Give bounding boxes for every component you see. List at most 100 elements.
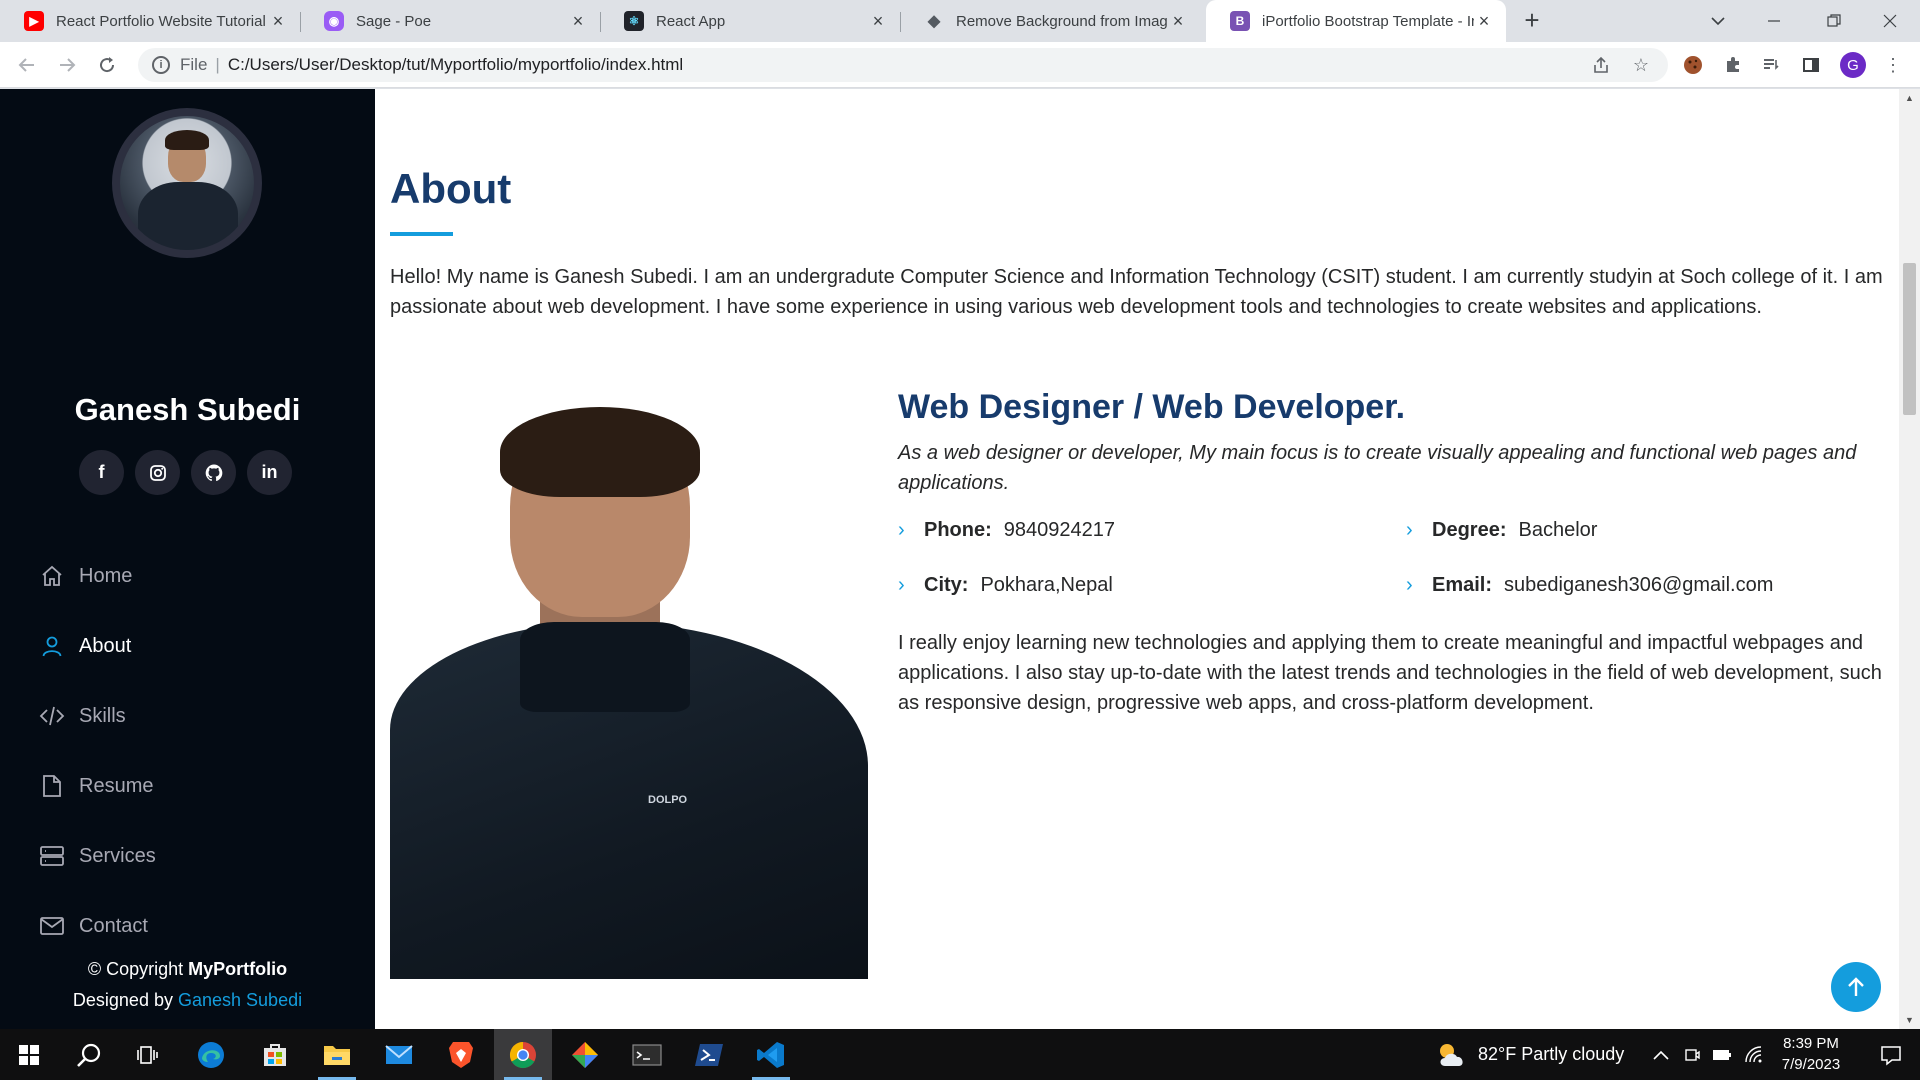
- about-body: I really enjoy learning new technologies…: [898, 632, 1882, 714]
- title-underline: [390, 232, 453, 236]
- close-tab-icon[interactable]: ×: [868, 11, 888, 32]
- cookie-extension-icon[interactable]: [1680, 52, 1706, 78]
- back-button[interactable]: [12, 50, 42, 80]
- sidebar-nav: Home About Skills Resume Services Contac…: [38, 541, 156, 961]
- copyright-footer: © Copyright MyPortfolio Designed by Gane…: [0, 954, 375, 1016]
- arrow-up-icon: [1848, 977, 1864, 996]
- close-tab-icon[interactable]: ×: [568, 11, 588, 32]
- reload-icon: [100, 57, 115, 73]
- nav-item-home[interactable]: Home: [38, 541, 156, 611]
- about-section: About Hello! My name is Ganesh Subedi. I…: [375, 89, 1899, 1029]
- browser-tab[interactable]: ⚛ React App ×: [600, 0, 900, 42]
- close-tab-icon[interactable]: ×: [1168, 11, 1188, 32]
- git-client-icon[interactable]: [556, 1029, 614, 1080]
- removebg-icon: ◆: [927, 13, 941, 30]
- address-bar[interactable]: i File | C:/Users/User/Desktop/tut/Mypor…: [138, 48, 1668, 82]
- brave-icon[interactable]: [432, 1029, 490, 1080]
- scrollbar-thumb[interactable]: [1903, 263, 1916, 415]
- close-tab-icon[interactable]: ×: [268, 11, 288, 32]
- browser-tab[interactable]: ◉ Sage - Poe ×: [300, 0, 600, 42]
- terminal-icon[interactable]: [618, 1029, 676, 1080]
- chrome-icon[interactable]: [494, 1029, 552, 1080]
- notifications-icon[interactable]: [1862, 1029, 1920, 1080]
- chevron-right-icon: ›: [1406, 574, 1413, 596]
- fact-value: Pokhara,Nepal: [980, 574, 1113, 596]
- nav-item-skills[interactable]: Skills: [38, 681, 156, 751]
- profile-avatar-image: [112, 108, 262, 258]
- fact-label: Phone:: [924, 519, 992, 541]
- nav-label: Services: [79, 844, 156, 867]
- close-window-button[interactable]: [1862, 0, 1918, 42]
- tray-icons: [1652, 1029, 1764, 1080]
- github-icon[interactable]: [191, 450, 236, 495]
- profile-name: Ganesh Subedi: [74, 392, 301, 427]
- file-icon: [38, 772, 66, 800]
- facebook-icon[interactable]: f: [79, 450, 124, 495]
- file-explorer-icon[interactable]: [308, 1029, 366, 1080]
- browser-tab[interactable]: ▶ React Portfolio Website Tutorial F ×: [0, 0, 300, 42]
- back-to-top-button[interactable]: [1831, 962, 1881, 1012]
- separator: |: [215, 55, 220, 74]
- restore-icon: [1827, 14, 1841, 27]
- reload-button[interactable]: [92, 50, 122, 80]
- tab-search-button[interactable]: [1690, 0, 1746, 42]
- powershell-icon[interactable]: [680, 1029, 738, 1080]
- profile-avatar[interactable]: G: [1840, 52, 1866, 78]
- meet-now-icon[interactable]: [1684, 1046, 1700, 1064]
- browser-tab-active[interactable]: B iPortfolio Bootstrap Template - In ×: [1206, 0, 1506, 42]
- fact-value: subediganesh306@gmail.com: [1504, 574, 1774, 596]
- linkedin-icon[interactable]: in: [247, 450, 292, 495]
- nav-item-services[interactable]: Services: [38, 821, 156, 891]
- profile-photo: DOLPO: [390, 392, 868, 979]
- bookmark-star-icon[interactable]: ☆: [1628, 52, 1654, 78]
- side-panel-icon[interactable]: [1798, 52, 1824, 78]
- system-clock[interactable]: 8:39 PM 7/9/2023: [1768, 1033, 1854, 1075]
- mail-icon[interactable]: [370, 1029, 428, 1080]
- nav-item-about[interactable]: About: [38, 611, 156, 681]
- share-icon[interactable]: [1588, 52, 1614, 78]
- taskbar: 82°F Partly cloudy 8:39 PM 7/9/2023: [0, 1029, 1920, 1080]
- scroll-down-icon[interactable]: ▼: [1903, 1015, 1916, 1025]
- youtube-icon: ▶: [24, 11, 44, 31]
- tab-title: iPortfolio Bootstrap Template - In: [1262, 12, 1474, 30]
- edge-icon[interactable]: [182, 1029, 240, 1080]
- reading-list-icon[interactable]: [1758, 52, 1784, 78]
- section-title: About: [390, 165, 512, 212]
- menu-kebab-icon[interactable]: ⋮: [1880, 52, 1906, 78]
- fact-phone: › Phone: 9840924217: [898, 519, 1115, 542]
- fact-value: Bachelor: [1518, 519, 1598, 541]
- extensions-puzzle-icon[interactable]: [1720, 52, 1746, 78]
- new-tab-button[interactable]: +: [1518, 6, 1546, 34]
- chevron-up-icon[interactable]: [1652, 1049, 1670, 1061]
- scroll-up-icon[interactable]: ▲: [1903, 93, 1916, 103]
- info-icon[interactable]: i: [152, 56, 170, 74]
- vscode-icon[interactable]: [742, 1029, 800, 1080]
- restore-button[interactable]: [1806, 0, 1862, 42]
- nav-label: Resume: [79, 774, 154, 797]
- nav-label: Home: [79, 564, 133, 587]
- task-view-icon[interactable]: [120, 1029, 178, 1080]
- jacket-logo: DOLPO: [648, 794, 688, 806]
- clock-date: 7/9/2023: [1781, 1056, 1841, 1073]
- search-icon[interactable]: [60, 1029, 118, 1080]
- weather-text: 82°F Partly cloudy: [1478, 1044, 1625, 1064]
- close-tab-icon[interactable]: ×: [1474, 11, 1494, 32]
- minimize-button[interactable]: [1746, 0, 1802, 42]
- fact-value: 9840924217: [1003, 519, 1116, 541]
- weather-widget[interactable]: 82°F Partly cloudy: [1436, 1029, 1624, 1080]
- nav-item-resume[interactable]: Resume: [38, 751, 156, 821]
- battery-icon[interactable]: [1712, 1049, 1732, 1061]
- browser-tab[interactable]: ◆ Remove Background from Image ×: [900, 0, 1200, 42]
- nav-item-contact[interactable]: Contact: [38, 891, 156, 961]
- poe-icon: ◉: [324, 11, 344, 31]
- url-text[interactable]: C:/Users/User/Desktop/tut/Myportfolio/my…: [228, 55, 683, 75]
- scrollbar-track[interactable]: [1899, 89, 1920, 1029]
- wifi-icon[interactable]: [1744, 1045, 1764, 1064]
- windows-start-icon[interactable]: [0, 1029, 58, 1080]
- fact-email: › Email: subediganesh306@gmail.com: [1406, 574, 1773, 597]
- home-icon: [38, 562, 66, 590]
- forward-button[interactable]: [52, 50, 82, 80]
- instagram-icon[interactable]: [135, 450, 180, 495]
- microsoft-store-icon[interactable]: [246, 1029, 304, 1080]
- designer-link[interactable]: Ganesh Subedi: [178, 990, 302, 1010]
